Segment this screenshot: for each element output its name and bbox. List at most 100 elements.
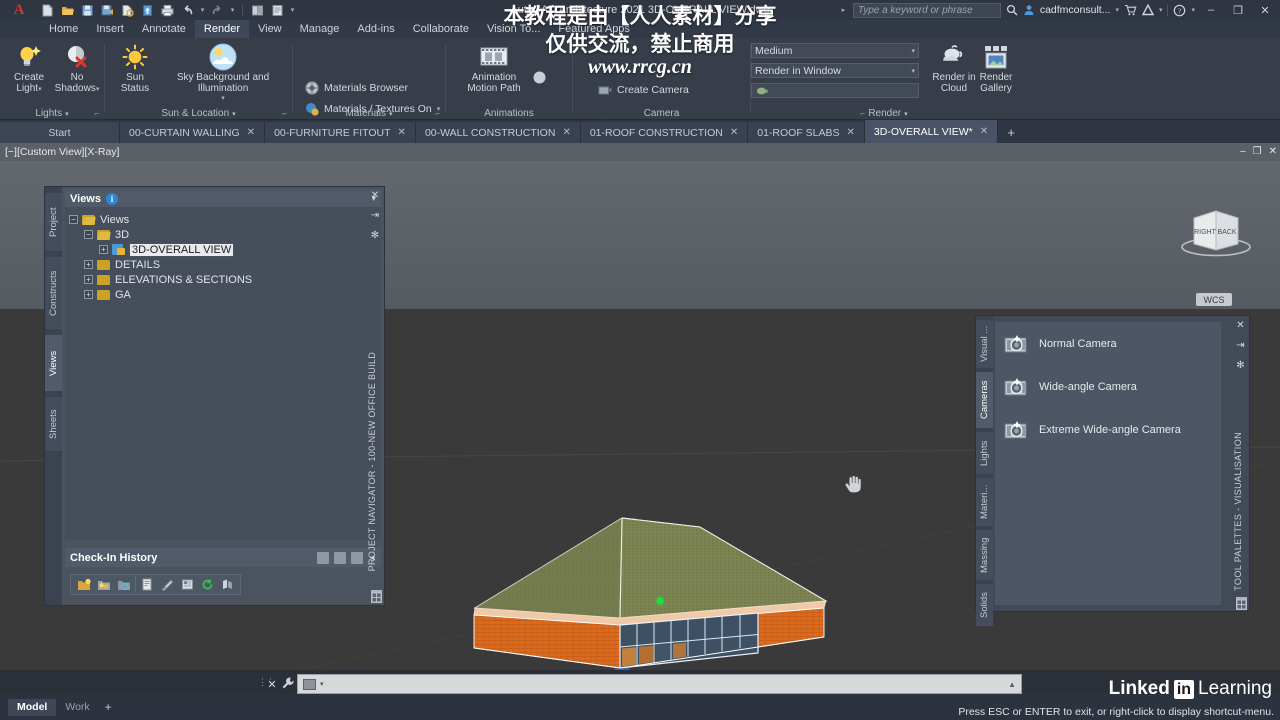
undo-dropdown-caret[interactable]: ▾ bbox=[198, 6, 207, 14]
redo-dropdown-caret[interactable]: ▾ bbox=[228, 6, 237, 14]
file-tab-furniture-fitout[interactable]: 00-FURNITURE FITOUT ✕ bbox=[265, 122, 416, 143]
close-icon[interactable]: ✕ bbox=[730, 127, 738, 138]
render-quality-select[interactable]: Medium ▾ bbox=[751, 43, 919, 58]
command-line-grip[interactable]: ⋮⋮ bbox=[258, 677, 275, 691]
materials-browser-button[interactable]: Materials Browser bbox=[305, 80, 408, 96]
cloud-upload-icon[interactable] bbox=[138, 1, 157, 19]
tree-node-elevations-sections[interactable]: + ELEVATIONS & SECTIONS bbox=[69, 272, 377, 287]
create-camera-button[interactable]: Create Camera bbox=[598, 82, 689, 98]
no-shadows-button[interactable]: No Shadows▾ bbox=[50, 42, 104, 95]
search-input[interactable]: Type a keyword or phrase bbox=[852, 2, 1001, 18]
expander-icon[interactable]: + bbox=[84, 260, 93, 269]
document-restore-button[interactable]: ❐ bbox=[1253, 146, 1262, 157]
layout-tab-work[interactable]: Work bbox=[56, 699, 98, 716]
views-tree[interactable]: − Views − 3D + 3D-OVERALL VIEW + DETAILS… bbox=[65, 207, 381, 540]
user-avatar-icon[interactable] bbox=[1023, 4, 1035, 16]
tp-tab-massing[interactable]: Massing bbox=[976, 530, 993, 580]
repath-icon[interactable] bbox=[178, 576, 197, 593]
undo-icon[interactable] bbox=[178, 1, 197, 19]
close-icon[interactable]: ✕ bbox=[398, 127, 406, 138]
close-button[interactable]: ✕ bbox=[1254, 4, 1276, 17]
view-cube[interactable]: RIGHT BACK bbox=[1180, 205, 1252, 265]
command-history-caret[interactable]: ▾ bbox=[320, 680, 324, 688]
new-category-icon[interactable] bbox=[94, 576, 113, 593]
palette-grip-icon[interactable] bbox=[1236, 597, 1247, 610]
palette-properties-icon[interactable]: ✻ bbox=[371, 230, 379, 241]
list-view-icon[interactable] bbox=[334, 551, 347, 564]
sun-status-button[interactable]: Sun Status bbox=[108, 42, 162, 94]
cart-icon[interactable] bbox=[1124, 4, 1137, 16]
redo-icon[interactable] bbox=[208, 1, 227, 19]
ribbon-tab-collaborate[interactable]: Collaborate bbox=[404, 20, 478, 38]
project-browser-icon[interactable] bbox=[248, 1, 267, 19]
sheet-set-manager-icon[interactable] bbox=[268, 1, 287, 19]
search-expand-caret[interactable]: ▸ bbox=[839, 6, 848, 14]
tp-tab-materials[interactable]: Materi... bbox=[976, 478, 993, 526]
autocad-logo-icon[interactable]: A bbox=[0, 0, 38, 20]
user-name[interactable]: cadfmconsult... bbox=[1040, 4, 1111, 16]
ribbon-tab-render[interactable]: Render bbox=[194, 20, 249, 38]
render-destination-caret[interactable]: ▾ bbox=[911, 67, 915, 75]
edit-icon[interactable] bbox=[158, 576, 177, 593]
info-icon[interactable]: i bbox=[106, 192, 118, 205]
tp-tab-cameras[interactable]: Cameras bbox=[976, 372, 993, 428]
close-icon[interactable]: ✕ bbox=[562, 127, 570, 138]
ribbon-tab-featured-apps[interactable]: Featured Apps bbox=[549, 20, 639, 38]
qat-overflow-caret[interactable]: ▾ bbox=[288, 6, 297, 14]
file-tab-start[interactable]: Start bbox=[0, 122, 120, 143]
palette-properties-icon[interactable]: ✻ bbox=[1236, 360, 1244, 371]
expander-icon[interactable]: − bbox=[84, 230, 93, 239]
autodesk-app-icon[interactable] bbox=[1141, 4, 1154, 16]
palette-grip-icon[interactable] bbox=[371, 590, 382, 603]
command-scroll-up-icon[interactable]: ▲ bbox=[1008, 680, 1016, 689]
file-tab-curtain-walling[interactable]: 00-CURTAIN WALLING ✕ bbox=[120, 122, 266, 143]
close-icon[interactable]: ✕ bbox=[247, 127, 255, 138]
ribbon-tab-addins[interactable]: Add-ins bbox=[348, 20, 403, 38]
pn-tab-sheets[interactable]: Sheets bbox=[45, 397, 62, 451]
animation-motion-path-button[interactable]: Animation Motion Path bbox=[458, 42, 530, 94]
file-tab-wall-construction[interactable]: 00-WALL CONSTRUCTION ✕ bbox=[415, 122, 581, 143]
help-icon[interactable]: ? bbox=[1173, 4, 1186, 17]
ribbon-tab-view[interactable]: View bbox=[249, 20, 291, 38]
search-icon[interactable] bbox=[1006, 4, 1018, 16]
render-destination-select[interactable]: Render in Window ▾ bbox=[751, 63, 919, 78]
open-drawing-icon[interactable] bbox=[58, 1, 77, 19]
properties-icon[interactable] bbox=[138, 576, 157, 593]
close-icon[interactable]: ✕ bbox=[1236, 320, 1244, 331]
tool-normal-camera[interactable]: Normal Camera bbox=[995, 322, 1221, 365]
minimize-button[interactable]: ‒ bbox=[1200, 4, 1222, 16]
expander-icon[interactable]: + bbox=[99, 245, 108, 254]
save-as-icon[interactable] bbox=[98, 1, 117, 19]
auto-hide-icon[interactable]: ⇥ bbox=[1236, 340, 1244, 351]
preview-icon[interactable] bbox=[351, 551, 364, 564]
pn-tab-project[interactable]: Project bbox=[45, 193, 62, 251]
ribbon-tab-manage[interactable]: Manage bbox=[291, 20, 349, 38]
create-light-caret[interactable]: ▾ bbox=[38, 86, 42, 93]
no-shadows-caret[interactable]: ▾ bbox=[96, 86, 100, 93]
sky-background-illumination-button[interactable]: Sky Background and Illumination ▾ bbox=[157, 42, 289, 102]
sync-icon[interactable] bbox=[198, 576, 217, 593]
tp-tab-visual-styles[interactable]: Visual ... bbox=[976, 320, 993, 368]
command-input[interactable]: ▾ ▲ bbox=[297, 674, 1022, 694]
sun-location-dialog-launcher[interactable]: ⌐ bbox=[282, 109, 287, 118]
restore-button[interactable]: ❐ bbox=[1227, 4, 1249, 17]
pn-tab-constructs[interactable]: Constructs bbox=[45, 257, 62, 329]
render-gallery-button[interactable]: Render Gallery bbox=[969, 42, 1023, 94]
document-minimize-button[interactable]: ‒ bbox=[1240, 146, 1246, 157]
animation-extra-icon[interactable] bbox=[532, 70, 547, 90]
tree-node-details[interactable]: + DETAILS bbox=[69, 257, 377, 272]
pn-tab-views[interactable]: Views bbox=[45, 335, 62, 391]
sky-background-caret[interactable]: ▾ bbox=[157, 94, 289, 102]
plot-icon[interactable] bbox=[158, 1, 177, 19]
ribbon-panel-render-title[interactable]: Render ▾ bbox=[751, 108, 1025, 119]
tp-tab-solids[interactable]: Solids bbox=[976, 584, 993, 626]
expander-icon[interactable]: + bbox=[84, 290, 93, 299]
file-tab-roof-slabs[interactable]: 01-ROOF SLABS ✕ bbox=[748, 122, 865, 143]
ribbon-tab-home[interactable]: Home bbox=[40, 20, 87, 38]
close-icon[interactable]: ✕ bbox=[847, 127, 855, 138]
ribbon-panel-animations-title[interactable]: Animations bbox=[446, 108, 572, 119]
ribbon-panel-camera-title[interactable]: Camera bbox=[573, 108, 750, 119]
materials-dialog-launcher[interactable]: ⌐ bbox=[435, 109, 440, 118]
file-tab-roof-construction[interactable]: 01-ROOF CONSTRUCTION ✕ bbox=[580, 122, 749, 143]
create-light-button[interactable]: Create Light▾ bbox=[2, 42, 56, 95]
